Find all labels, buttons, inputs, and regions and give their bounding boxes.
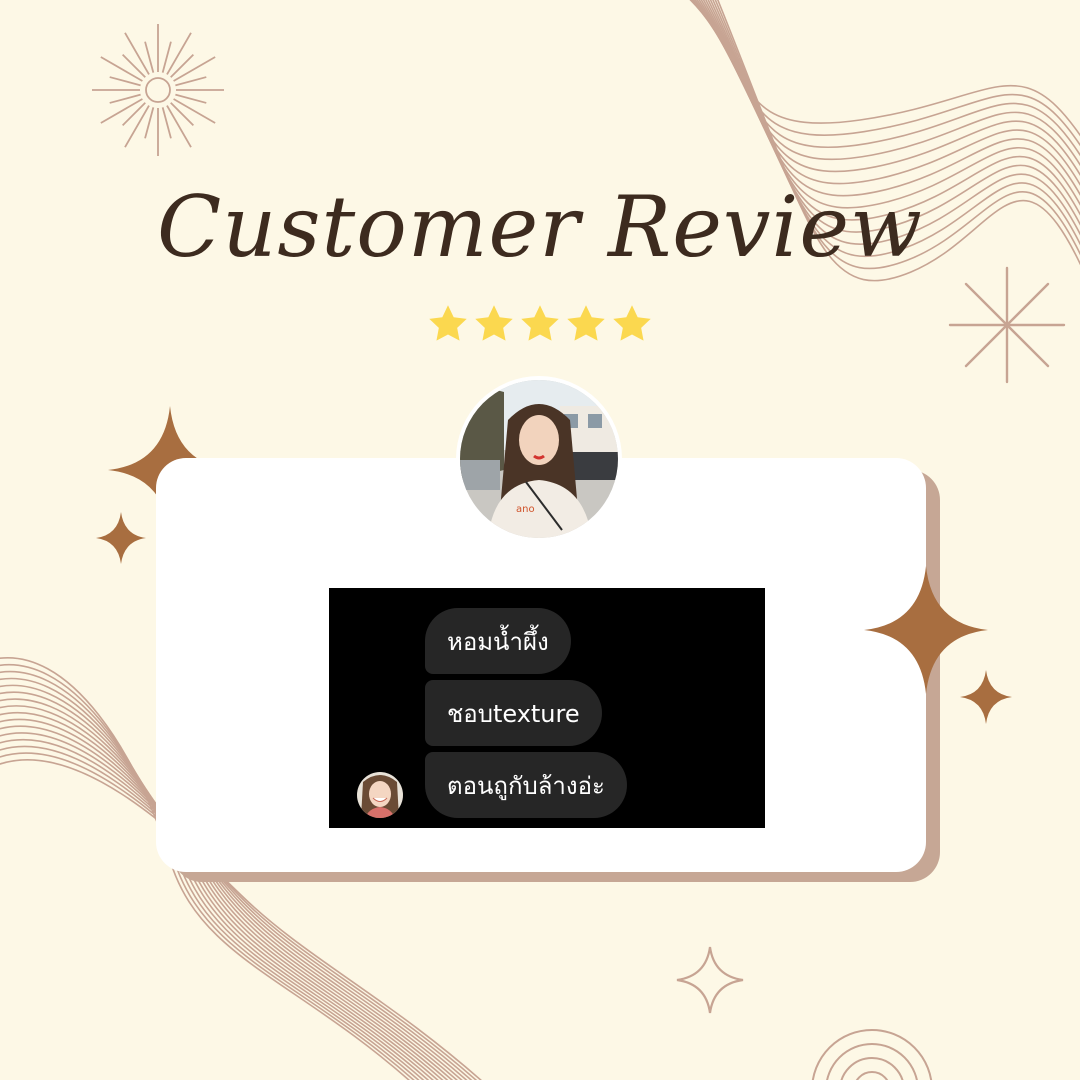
message-bubble: ตอนถูกับล้างอ่ะ [425, 752, 627, 818]
star-icon [521, 305, 559, 341]
chat-screenshot: หอมน้ำผึ้ง ชอบtexture ตอนถูกับล้างอ่ะ [329, 588, 765, 828]
sender-avatar [357, 772, 403, 818]
sparkle-icon [960, 670, 1012, 724]
sparkle-outline-icon [676, 946, 744, 1014]
message-bubble: หอมน้ำผึ้ง [425, 608, 571, 674]
svg-text:ano: ano [516, 504, 535, 515]
rating-stars [426, 302, 656, 348]
page-title: Customer Review [157, 178, 923, 276]
star-icon [613, 305, 651, 341]
star-icon [429, 305, 467, 341]
customer-avatar: ano [460, 380, 618, 538]
star-icon [475, 305, 513, 341]
sparkle-icon [96, 512, 146, 564]
message-bubble: ชอบtexture [425, 680, 602, 746]
sunburst-icon [92, 24, 224, 156]
review-poster: Customer Review ano หอมน้ำผึ้ง ชอบtextur… [0, 0, 1080, 1080]
asterisk-icon [948, 266, 1066, 384]
star-icon [567, 305, 605, 341]
